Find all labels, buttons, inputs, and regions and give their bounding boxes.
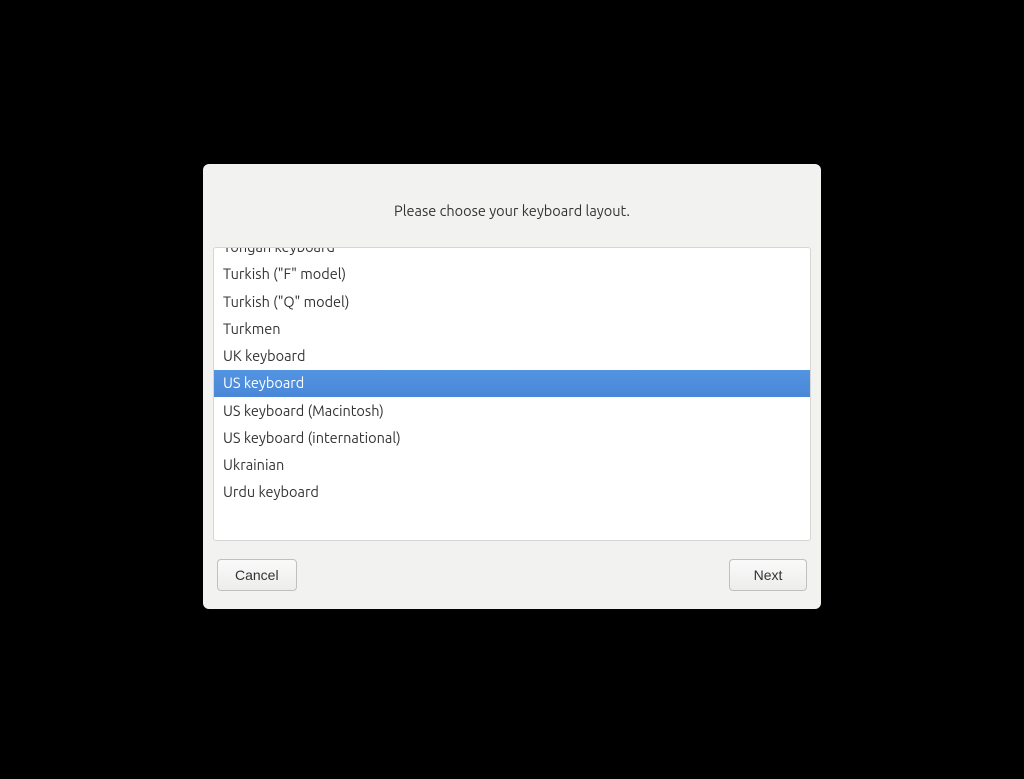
list-item[interactable]: Ukrainian [214, 452, 810, 479]
list-item[interactable]: Urdu keyboard [214, 479, 810, 506]
list-item[interactable]: UK keyboard [214, 343, 810, 370]
list-item[interactable]: US keyboard (international) [214, 425, 810, 452]
list-item[interactable]: Turkmen [214, 316, 810, 343]
list-item[interactable]: US keyboard (Macintosh) [214, 397, 810, 424]
dialog-footer: Cancel Next [203, 541, 821, 609]
keyboard-layout-list[interactable]: Tongan keyboard Turkish ("F" model) Turk… [213, 247, 811, 541]
list-item-selected[interactable]: US keyboard [214, 370, 810, 397]
list-item[interactable]: Turkish ("Q" model) [214, 288, 810, 315]
list-inner: Tongan keyboard Turkish ("F" model) Turk… [214, 247, 810, 506]
dialog-title: Please choose your keyboard layout. [223, 202, 801, 219]
list-item[interactable]: Turkish ("F" model) [214, 261, 810, 288]
keyboard-layout-dialog: Please choose your keyboard layout. Tong… [203, 164, 821, 609]
next-button[interactable]: Next [729, 559, 807, 591]
dialog-header: Please choose your keyboard layout. [203, 164, 821, 247]
list-item[interactable]: Tongan keyboard [214, 247, 810, 261]
cancel-button[interactable]: Cancel [217, 559, 297, 591]
